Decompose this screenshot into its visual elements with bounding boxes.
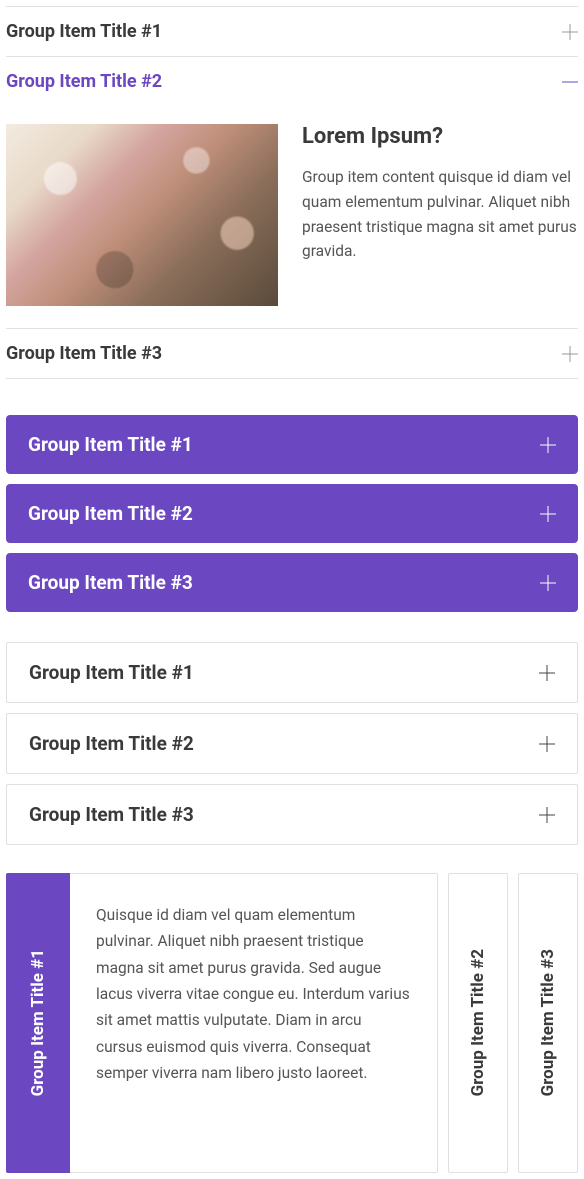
plus-icon [540, 575, 556, 591]
accordion-item: Group Item Title #1 [6, 642, 578, 703]
panel-text: Quisque id diam vel quam elementum pulvi… [96, 906, 410, 1082]
vertical-tab-title: Group Item Title #2 [468, 949, 488, 1096]
plus-icon [539, 736, 555, 752]
accordion-item: Group Item Title #3 [6, 553, 578, 612]
vertical-tab-panel: Quisque id diam vel quam elementum pulvi… [70, 873, 438, 1173]
vertical-tab-title: Group Item Title #3 [538, 949, 558, 1096]
vertical-tab[interactable]: Group Item Title #2 [448, 873, 508, 1173]
accordion-title: Group Item Title #1 [29, 661, 194, 684]
accordion-body: Lorem Ipsum? Group item content quisque … [6, 106, 578, 328]
accordion-header[interactable]: Group Item Title #1 [6, 7, 578, 56]
accordion-title: Group Item Title #3 [28, 571, 193, 594]
accordion-title: Group Item Title #2 [29, 732, 194, 755]
accordion-header[interactable]: Group Item Title #2 [7, 714, 577, 773]
accordion-title: Group Item Title #1 [28, 433, 193, 456]
vertical-tab[interactable]: Group Item Title #3 [518, 873, 578, 1173]
content-image [6, 124, 278, 306]
vertical-tab-title: Group Item Title #1 [28, 949, 48, 1096]
accordion-item: Group Item Title #3 [6, 329, 578, 379]
accordion-header[interactable]: Group Item Title #2 [6, 484, 578, 543]
accordion-filled: Group Item Title #1 Group Item Title #2 … [6, 415, 578, 612]
accordion-item: Group Item Title #2 [6, 484, 578, 543]
accordion-item: Group Item Title #2 Lorem Ipsum? Group i… [6, 57, 578, 329]
content-text: Lorem Ipsum? Group item content quisque … [302, 124, 578, 306]
accordion-header[interactable]: Group Item Title #3 [6, 329, 578, 378]
content-heading: Lorem Ipsum? [302, 124, 578, 149]
accordion-bordered: Group Item Title #1 Group Item Title #2 … [6, 642, 578, 845]
accordion-header[interactable]: Group Item Title #1 [6, 415, 578, 474]
accordion-item: Group Item Title #1 [6, 415, 578, 474]
vertical-tabs: Group Item Title #1 Quisque id diam vel … [6, 873, 578, 1173]
minus-icon [562, 74, 578, 90]
accordion-title: Group Item Title #3 [6, 343, 162, 364]
content-paragraph: Group item content quisque id diam vel q… [302, 165, 578, 264]
accordion-title: Group Item Title #1 [6, 21, 162, 42]
plus-icon [562, 24, 578, 40]
accordion-item: Group Item Title #2 [6, 713, 578, 774]
accordion-header[interactable]: Group Item Title #3 [6, 553, 578, 612]
plus-icon [540, 437, 556, 453]
accordion-plain: Group Item Title #1 Group Item Title #2 … [6, 6, 578, 379]
accordion-item: Group Item Title #3 [6, 784, 578, 845]
plus-icon [562, 346, 578, 362]
accordion-header[interactable]: Group Item Title #2 [6, 57, 578, 106]
accordion-item: Group Item Title #1 [6, 6, 578, 57]
accordion-header[interactable]: Group Item Title #3 [7, 785, 577, 844]
plus-icon [539, 807, 555, 823]
accordion-title: Group Item Title #3 [29, 803, 194, 826]
accordion-title: Group Item Title #2 [28, 502, 193, 525]
plus-icon [539, 665, 555, 681]
vertical-tab[interactable]: Group Item Title #1 [6, 873, 70, 1173]
accordion-header[interactable]: Group Item Title #1 [7, 643, 577, 702]
plus-icon [540, 506, 556, 522]
accordion-title: Group Item Title #2 [6, 71, 162, 92]
